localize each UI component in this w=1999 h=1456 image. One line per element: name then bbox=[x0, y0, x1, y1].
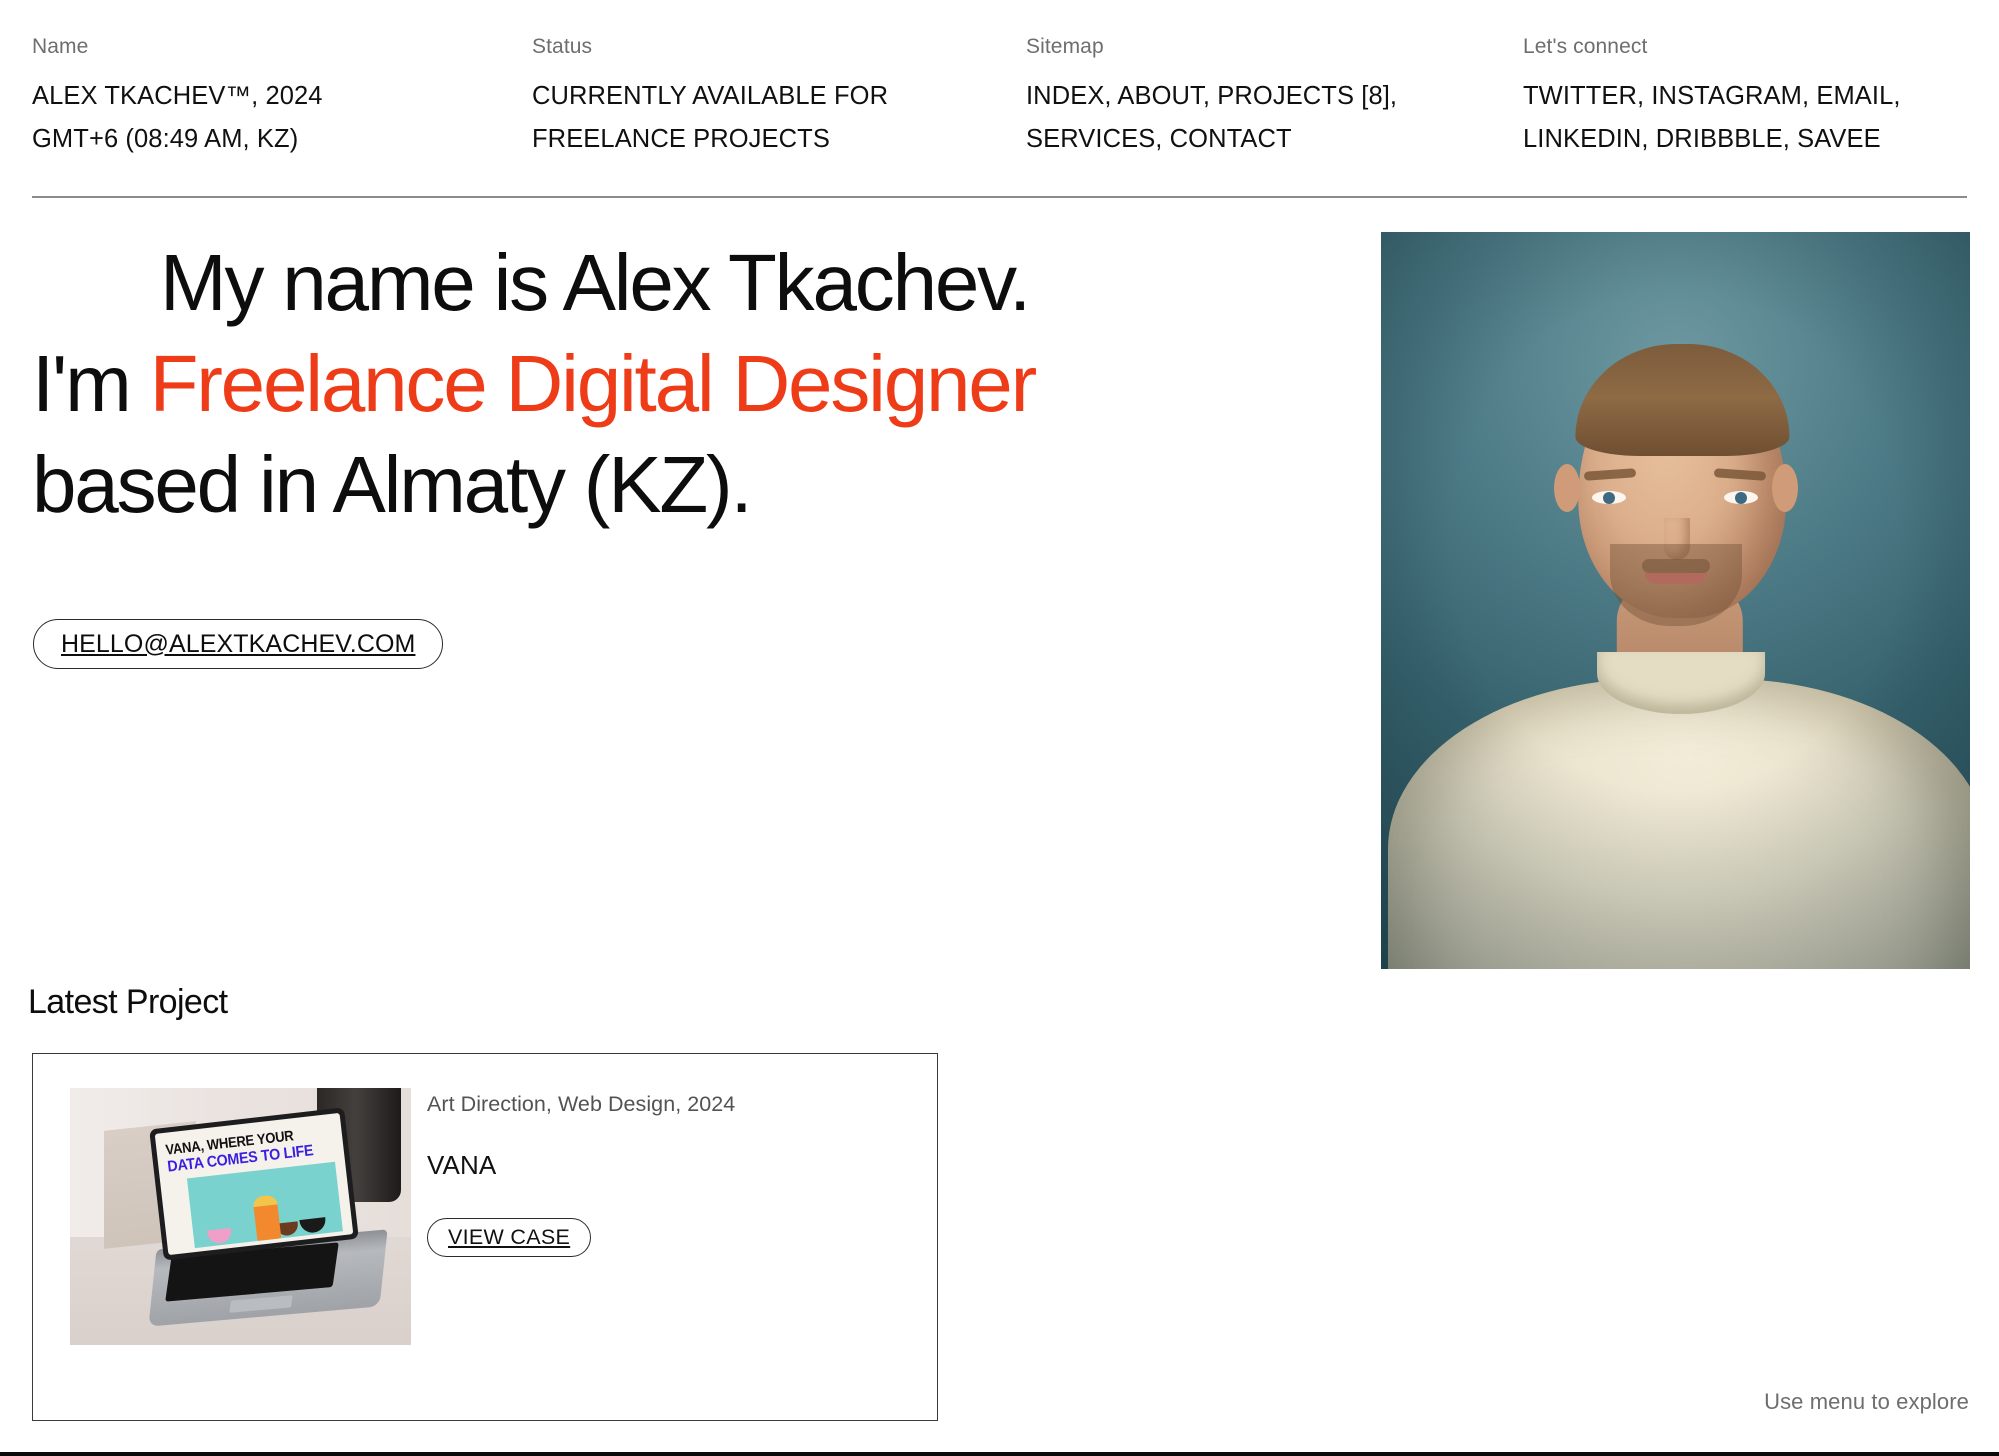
status-line-2: FREELANCE PROJECTS bbox=[532, 125, 830, 153]
page-title: My name is Alex Tkachev. I'm Freelance D… bbox=[32, 232, 1322, 535]
latest-project-heading: Latest Project bbox=[28, 983, 228, 1021]
name-line-2: GMT+6 (08:49 AM, KZ) bbox=[32, 125, 299, 153]
header-value-status: CURRENTLY AVAILABLE FOR FREELANCE PROJEC… bbox=[532, 75, 992, 161]
footer-divider bbox=[0, 1452, 1999, 1456]
sitemap-links[interactable]: INDEX, ABOUT, PROJECTS [8], SERVICES, CO… bbox=[1026, 75, 1486, 161]
header-label-name: Name bbox=[32, 35, 89, 58]
social-links[interactable]: TWITTER, INSTAGRAM, EMAIL, LINKEDIN, DRI… bbox=[1523, 75, 1983, 161]
hero-line-2-prefix: I'm bbox=[32, 339, 150, 428]
site-header: Name ALEX TKACHEV™, 2024 GMT+6 (08:49 AM… bbox=[0, 0, 1999, 161]
project-card[interactable]: VANA, WHERE YOUR DATA COMES TO LIFE Art … bbox=[32, 1053, 938, 1421]
header-column-name: Name ALEX TKACHEV™, 2024 GMT+6 (08:49 AM… bbox=[32, 34, 532, 161]
portrait-vignette bbox=[1381, 232, 1970, 969]
project-meta: Art Direction, Web Design, 2024 bbox=[427, 1092, 736, 1116]
hero-line-2: I'm Freelance Digital Designer bbox=[32, 333, 1322, 434]
thumbnail-screen-illustration bbox=[186, 1161, 343, 1249]
hero-line-2-accent: Freelance Digital Designer bbox=[149, 339, 1038, 428]
thumbnail-screen-content: VANA, WHERE YOUR DATA COMES TO LIFE bbox=[154, 1112, 354, 1256]
portrait-photo bbox=[1381, 232, 1970, 969]
thumbnail-laptop-screen: VANA, WHERE YOUR DATA COMES TO LIFE bbox=[149, 1107, 359, 1261]
hero-line-1: My name is Alex Tkachev. bbox=[160, 238, 1031, 327]
social-line-1[interactable]: TWITTER, INSTAGRAM, EMAIL, bbox=[1523, 75, 1983, 118]
email-button[interactable]: HELLO@ALEXTKACHEV.COM bbox=[33, 619, 444, 669]
project-thumbnail: VANA, WHERE YOUR DATA COMES TO LIFE bbox=[70, 1088, 411, 1345]
status-line-1: CURRENTLY AVAILABLE FOR bbox=[532, 82, 889, 110]
header-label-connect: Let's connect bbox=[1523, 35, 1648, 58]
hero-section: My name is Alex Tkachev. I'm Freelance D… bbox=[32, 232, 1322, 535]
illustration-figure bbox=[251, 1194, 281, 1242]
header-column-status: Status CURRENTLY AVAILABLE FOR FREELANCE… bbox=[532, 34, 1026, 161]
menu-hint: Use menu to explore bbox=[1764, 1389, 1969, 1414]
header-column-sitemap: Sitemap INDEX, ABOUT, PROJECTS [8], SERV… bbox=[1026, 34, 1523, 161]
header-column-connect: Let's connect TWITTER, INSTAGRAM, EMAIL,… bbox=[1523, 34, 1993, 161]
portfolio-page: Name ALEX TKACHEV™, 2024 GMT+6 (08:49 AM… bbox=[0, 0, 1999, 1456]
social-line-2[interactable]: LINKEDIN, DRIBBBLE, SAVEE bbox=[1523, 118, 1983, 161]
header-label-sitemap: Sitemap bbox=[1026, 35, 1104, 58]
sitemap-line-1[interactable]: INDEX, ABOUT, PROJECTS [8], bbox=[1026, 75, 1486, 118]
illustration-bowl-left bbox=[206, 1227, 233, 1245]
hero-line-3: based in Almaty (KZ). bbox=[32, 440, 753, 529]
sitemap-line-2[interactable]: SERVICES, CONTACT bbox=[1026, 118, 1486, 161]
view-case-button[interactable]: VIEW CASE bbox=[427, 1218, 592, 1257]
header-divider bbox=[32, 196, 1967, 198]
header-label-status: Status bbox=[532, 35, 593, 58]
illustration-bowl-right bbox=[299, 1217, 327, 1235]
header-value-name: ALEX TKACHEV™, 2024 GMT+6 (08:49 AM, KZ) bbox=[32, 75, 492, 161]
name-line-1: ALEX TKACHEV™, 2024 bbox=[32, 82, 323, 110]
project-title: VANA bbox=[427, 1150, 497, 1180]
